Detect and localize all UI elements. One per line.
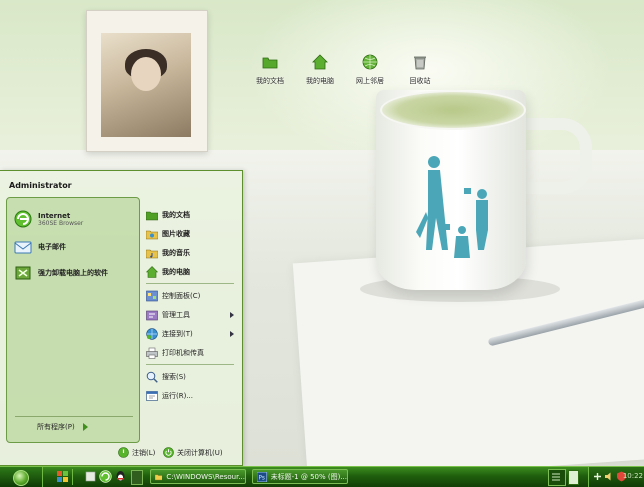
- taskbar-clock: 10:22: [622, 472, 643, 480]
- shutdown-label: 关闭计算机(U): [177, 448, 223, 457]
- start-menu-footer: 注销(L) 关闭计算机(U): [0, 443, 242, 465]
- recycle-bin-icon: [414, 56, 426, 70]
- printer-icon: [146, 347, 158, 359]
- menu-item-my-documents[interactable]: 我的文档: [146, 208, 234, 222]
- submenu-arrow-icon: [230, 331, 234, 337]
- run-icon: [146, 391, 158, 401]
- menu-item-label: 搜索(S): [162, 373, 186, 381]
- submenu-arrow-icon: [230, 312, 234, 318]
- menu-item-music[interactable]: 我的音乐: [146, 246, 234, 260]
- quicklaunch-grip: [131, 470, 143, 485]
- browser-icon: [14, 210, 32, 228]
- folder-icon: [155, 474, 163, 480]
- menu-item-search[interactable]: 搜索(S): [146, 370, 234, 384]
- desktop-icon-my-documents[interactable]: 我的文档: [250, 54, 290, 86]
- pinned-internet-title: Internet: [38, 212, 71, 220]
- menu-item-label: 管理工具: [162, 311, 190, 319]
- computer-icon: [146, 266, 158, 278]
- wallpaper-photo-face: [131, 57, 161, 91]
- desktop-icon-my-computer[interactable]: 我的电脑: [300, 54, 340, 86]
- list-icon: [552, 473, 560, 481]
- pinned-uninstaller-title: 强力卸载电脑上的软件: [38, 269, 108, 277]
- tray-arrow-icon[interactable]: [592, 471, 603, 482]
- menu-item-admin-tools[interactable]: 管理工具: [146, 308, 234, 322]
- windows-logo-icon: [13, 470, 29, 486]
- logoff-label: 注销(L): [132, 448, 156, 457]
- pinned-email-title: 电子邮件: [38, 243, 66, 251]
- quicklaunch-qq-icon[interactable]: [114, 470, 127, 483]
- menu-separator: [146, 364, 234, 365]
- desktop-icon-label: 回收站: [409, 77, 431, 85]
- menu-item-printers[interactable]: 打印机和传真: [146, 346, 234, 360]
- menu-item-label: 图片收藏: [162, 230, 190, 238]
- documents-icon: [146, 211, 158, 221]
- taskbar-task-label: 未标题-1 @ 50% (图)...: [270, 472, 347, 481]
- menu-item-connect-to[interactable]: 连接到(T): [146, 327, 234, 341]
- quicklaunch-blank-icon[interactable]: [84, 470, 97, 483]
- all-programs-label: 所有程序(P): [37, 423, 75, 431]
- desktop-icon-label: 我的文档: [256, 77, 284, 85]
- menu-separator: [146, 283, 234, 284]
- all-programs-button[interactable]: 所有程序(P): [37, 422, 88, 432]
- desktop-icon-network[interactable]: 网上邻居: [350, 54, 390, 86]
- taskbar-toolbar-button[interactable]: [548, 469, 566, 486]
- pinned-email[interactable]: 电子邮件: [14, 238, 66, 256]
- start-menu-places-panel: 我的文档 图片收藏 我的音乐 我的电脑 控制面板(C) 管理工具 连接到(T): [142, 197, 236, 441]
- menu-item-label: 打印机和传真: [162, 349, 204, 357]
- menu-item-label: 控制面板(C): [162, 292, 201, 300]
- menu-item-label: 我的电脑: [162, 268, 190, 276]
- wallpaper-cup-rim: [380, 90, 526, 130]
- desktop-icon-label: 我的电脑: [306, 77, 334, 85]
- menu-item-label: 我的文档: [162, 211, 190, 219]
- menu-item-run[interactable]: 运行(R)...: [146, 389, 234, 403]
- menu-item-control-panel[interactable]: 控制面板(C): [146, 289, 234, 303]
- network-icon: [362, 54, 378, 70]
- arrow-right-icon: [82, 423, 88, 431]
- quicklaunch-separator: [72, 469, 73, 485]
- menu-item-label: 运行(R)...: [162, 392, 194, 400]
- system-tray: 10:22: [588, 467, 644, 487]
- logoff-button[interactable]: 注销(L): [118, 447, 155, 458]
- volume-icon[interactable]: [604, 471, 615, 482]
- computer-icon: [312, 54, 328, 70]
- quicklaunch-browser-icon[interactable]: [99, 470, 112, 483]
- svg-text:Ps: Ps: [258, 475, 264, 481]
- pictures-icon: [146, 230, 158, 240]
- pinned-uninstaller[interactable]: 强力卸载电脑上的软件: [14, 264, 108, 282]
- email-icon: [14, 241, 32, 254]
- taskbar-task-label: C:\WINDOWS\Resour...: [166, 472, 245, 481]
- power-icon: [163, 447, 174, 458]
- logoff-icon: [118, 447, 129, 458]
- uninstall-icon: [15, 266, 31, 280]
- pinned-internet-subtitle: 360SE Browser: [38, 220, 84, 227]
- taskbar-task-explorer[interactable]: C:\WINDOWS\Resour...: [150, 469, 246, 484]
- start-button[interactable]: [0, 467, 43, 487]
- search-icon: [146, 371, 158, 383]
- music-icon: [146, 249, 158, 259]
- desktop-icon-recycle-bin[interactable]: 回收站: [400, 54, 440, 86]
- shutdown-button[interactable]: 关闭计算机(U): [163, 447, 223, 458]
- wallpaper-photo-frame: [86, 10, 208, 152]
- battery-icon[interactable]: [568, 470, 579, 485]
- folder-icon: [262, 57, 278, 69]
- photoshop-icon: Ps: [257, 471, 267, 482]
- control-panel-icon: [146, 290, 158, 302]
- connect-icon: [146, 328, 158, 340]
- menu-item-pictures[interactable]: 图片收藏: [146, 227, 234, 241]
- admin-tools-icon: [146, 310, 158, 321]
- desktop-icon-label: 网上邻居: [356, 77, 384, 85]
- start-menu: Administrator Internet 360SE Browser 电子邮…: [0, 170, 243, 466]
- wallpaper-photo: [101, 33, 191, 137]
- menu-item-my-computer[interactable]: 我的电脑: [146, 265, 234, 279]
- taskbar: C:\WINDOWS\Resour... Ps 未标题-1 @ 50% (图).…: [0, 466, 644, 487]
- start-menu-pinned-panel: Internet 360SE Browser 电子邮件 强力卸载电脑上的软件 所…: [6, 197, 140, 443]
- menu-item-label: 连接到(T): [162, 330, 193, 338]
- menu-item-label: 我的音乐: [162, 249, 190, 257]
- taskbar-task-photoshop[interactable]: Ps 未标题-1 @ 50% (图)...: [252, 469, 348, 484]
- quicklaunch-show-desktop-icon[interactable]: [56, 470, 69, 483]
- all-programs-separator: [15, 416, 133, 417]
- pinned-internet[interactable]: Internet 360SE Browser: [14, 210, 83, 228]
- start-menu-user-name: Administrator: [9, 181, 72, 190]
